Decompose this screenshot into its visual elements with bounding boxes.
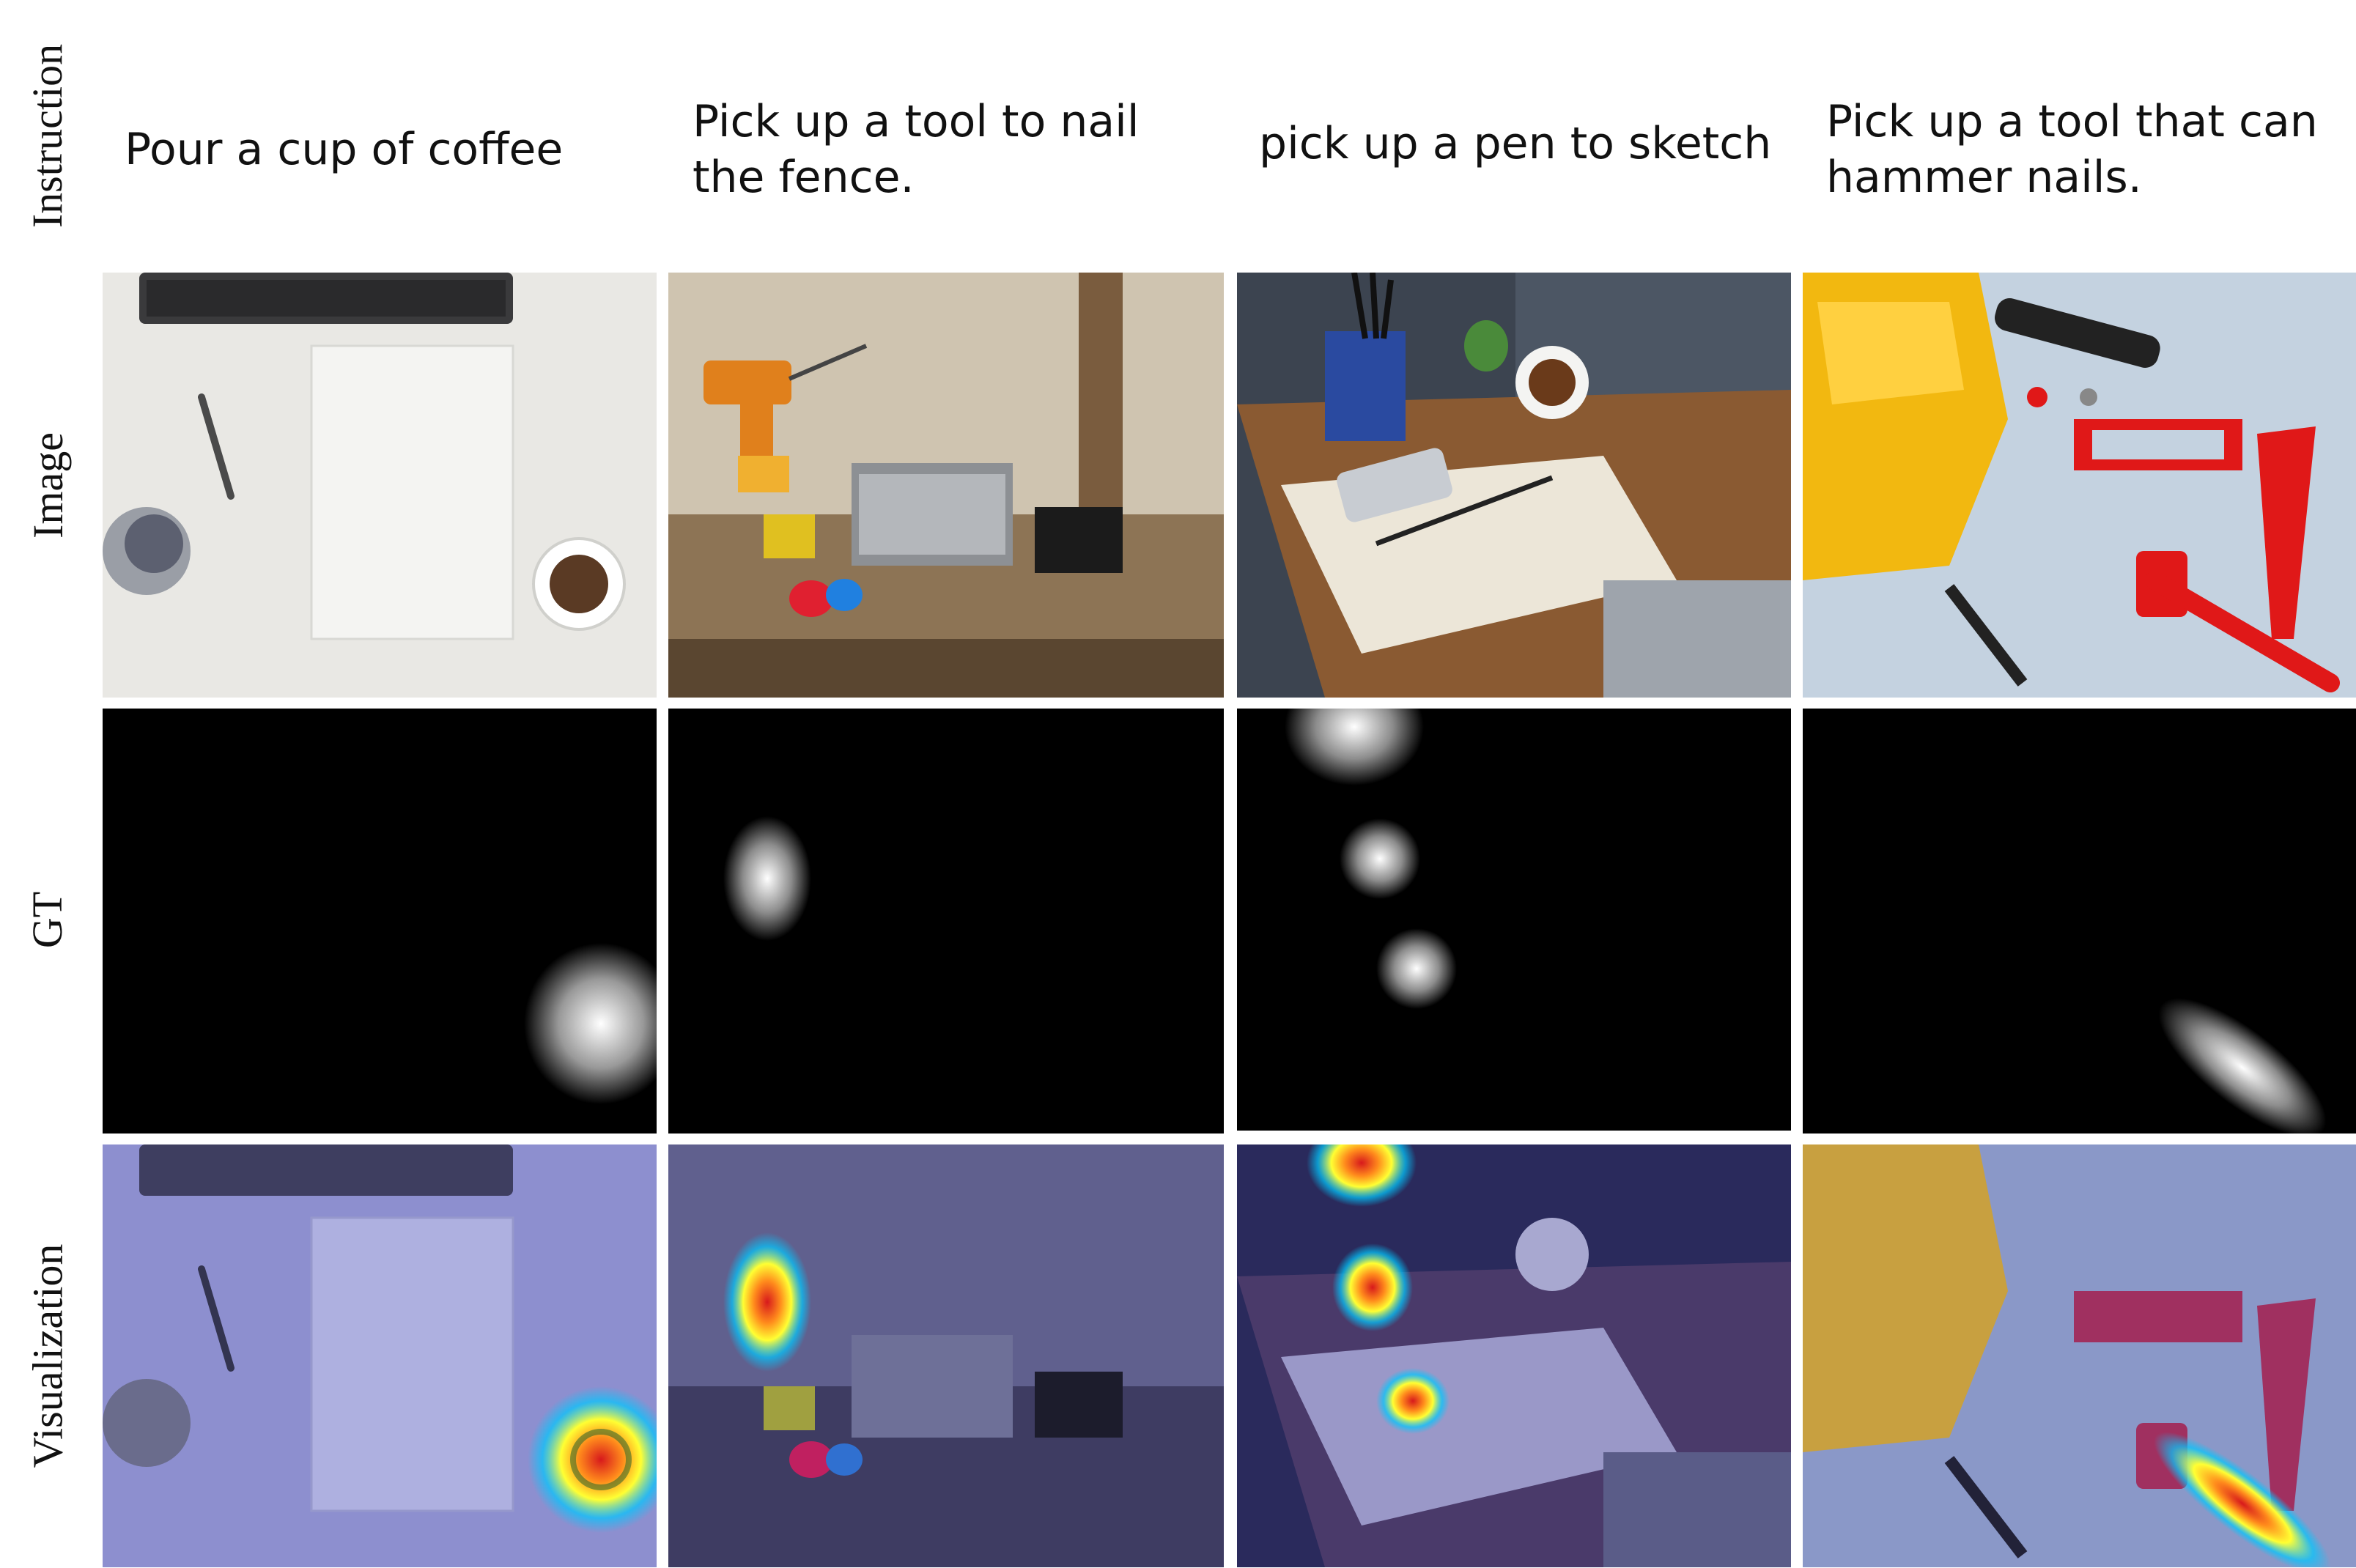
instruction-col-4: Pick up a tool that can hammer nails.	[1826, 96, 2318, 203]
row-label-image: Image	[0, 273, 95, 698]
row-label-instruction: Instruction	[0, 15, 95, 256]
row-label-visualization-text: Visualization	[23, 1243, 72, 1468]
visualization-col-2	[668, 1144, 1224, 1567]
row-label-image-text: Image	[23, 432, 72, 539]
instruction-col-2: Pick up a tool to nail the fence.	[693, 96, 1140, 203]
row-label-instruction-text: Instruction	[23, 43, 72, 228]
row-label-gt-text: GT	[23, 891, 72, 948]
gt-col-3	[1237, 709, 1791, 1131]
image-col-1-desk-coffee	[103, 273, 657, 698]
gt-col-4	[1803, 709, 2356, 1134]
instruction-col-3: pick up a pen to sketch	[1259, 118, 1772, 169]
instruction-col-1: Pour a cup of coffee	[125, 124, 564, 175]
visualization-col-4	[1803, 1144, 2356, 1567]
visualization-col-1	[103, 1144, 657, 1567]
visualization-col-3	[1237, 1144, 1791, 1567]
gt-col-2	[668, 709, 1224, 1134]
image-col-2-workbench	[668, 273, 1224, 698]
gt-col-1	[103, 709, 657, 1134]
row-label-visualization: Visualization	[0, 1143, 95, 1568]
image-col-4-toy-tools	[1803, 273, 2356, 698]
image-col-3-desk-pens	[1237, 273, 1791, 698]
row-label-gt: GT	[0, 707, 95, 1132]
